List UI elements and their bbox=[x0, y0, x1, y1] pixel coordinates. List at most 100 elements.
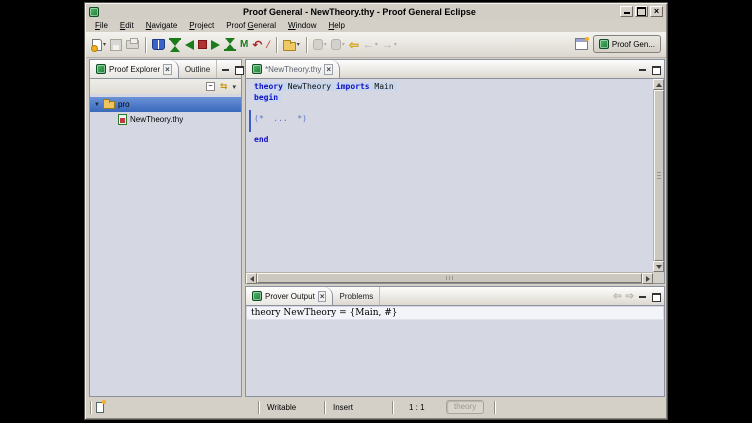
dropdown-caret-icon[interactable]: ▾ bbox=[103, 41, 106, 48]
scroll-up-icon[interactable] bbox=[653, 79, 664, 90]
menu-item-project[interactable]: Project bbox=[184, 20, 219, 31]
close-button[interactable] bbox=[650, 6, 663, 17]
proof-explorer-view: Proof Explorer Outline pro NewTheory.thy bbox=[89, 59, 242, 397]
code-line[interactable]: begin bbox=[254, 93, 653, 104]
new-wizard-icon[interactable]: ▾ bbox=[90, 35, 108, 55]
prover-output-icon bbox=[252, 291, 262, 301]
code-line[interactable] bbox=[254, 124, 653, 135]
code-line[interactable]: theory NewTheory imports Main bbox=[254, 82, 653, 93]
stop-icon[interactable] bbox=[196, 35, 209, 55]
tab-problems[interactable]: Problems bbox=[333, 287, 380, 305]
process-all-icon[interactable] bbox=[238, 35, 250, 55]
theory-editor-icon bbox=[252, 64, 262, 74]
debug-icon[interactable]: ▾ bbox=[329, 35, 347, 55]
interrupt-icon[interactable] bbox=[264, 35, 271, 55]
dropdown-caret-icon[interactable]: ▾ bbox=[297, 41, 300, 48]
restart-icon[interactable] bbox=[250, 35, 264, 55]
menu-item-help[interactable]: Help bbox=[323, 20, 349, 31]
minimize-button[interactable] bbox=[620, 6, 633, 17]
next-step-icon[interactable] bbox=[209, 35, 222, 55]
dropdown-caret-icon[interactable]: ▾ bbox=[375, 41, 378, 48]
print-icon[interactable] bbox=[124, 35, 141, 55]
menu-item-window[interactable]: Window bbox=[283, 20, 321, 31]
maximize-button[interactable] bbox=[635, 6, 648, 17]
open-folder-icon[interactable]: ▾ bbox=[281, 35, 302, 55]
dropdown-caret-icon[interactable]: ▾ bbox=[324, 41, 327, 48]
tab-label: Prover Output bbox=[265, 292, 315, 301]
link-with-editor-icon[interactable] bbox=[220, 82, 228, 92]
proof-general-perspective-icon bbox=[599, 39, 609, 49]
undo-step-icon[interactable] bbox=[183, 35, 196, 55]
menu-item-edit[interactable]: Edit bbox=[115, 20, 139, 31]
prover-book-icon[interactable] bbox=[150, 35, 167, 55]
menu-item-navigate[interactable]: Navigate bbox=[141, 20, 183, 31]
tab-prover-output[interactable]: Prover Output bbox=[246, 287, 333, 305]
vertical-scrollbar[interactable] bbox=[653, 79, 664, 272]
tab-close-icon[interactable] bbox=[163, 65, 172, 74]
tab-label: *NewTheory.thy bbox=[265, 65, 321, 74]
window-title: Proof General - NewTheory.thy - Proof Ge… bbox=[99, 7, 620, 17]
caret-position-status: 1 : 1 bbox=[409, 403, 425, 412]
view-minimize-icon[interactable] bbox=[638, 65, 647, 74]
explorer-toolbar bbox=[90, 79, 241, 94]
back-disabled-icon[interactable]: ⇦ bbox=[613, 291, 621, 302]
run-icon[interactable]: ▾ bbox=[311, 35, 329, 55]
range-indicator bbox=[249, 110, 251, 132]
menu-item-proof-general[interactable]: Proof General bbox=[221, 20, 281, 31]
open-perspective-icon[interactable] bbox=[575, 38, 588, 50]
code-area[interactable]: theory NewTheory imports Mainbegin (* ..… bbox=[246, 79, 653, 272]
writable-status: Writable bbox=[267, 403, 296, 412]
vertical-scroll-thumb[interactable] bbox=[654, 90, 664, 261]
save-icon[interactable] bbox=[108, 35, 124, 55]
menu-item-file[interactable]: File bbox=[90, 20, 113, 31]
dropdown-caret-icon[interactable]: ▾ bbox=[342, 41, 345, 48]
code-line[interactable]: (* ... *) bbox=[254, 114, 653, 125]
view-maximize-icon[interactable] bbox=[651, 292, 660, 301]
collapse-all-icon[interactable] bbox=[206, 82, 215, 91]
perspective-label: Proof Gen... bbox=[612, 40, 655, 49]
explorer-tabstrip: Proof Explorer Outline bbox=[90, 60, 241, 79]
theory-state-button[interactable]: theory bbox=[446, 400, 484, 414]
editor-view: *NewTheory.thy theory NewTheory imports … bbox=[245, 59, 665, 284]
tree-item-pro[interactable]: pro bbox=[90, 97, 241, 112]
dropdown-caret-icon[interactable]: ▾ bbox=[394, 41, 397, 48]
horizontal-scroll-thumb[interactable] bbox=[257, 273, 642, 283]
scrollbar-corner bbox=[653, 272, 664, 283]
code-line[interactable]: end bbox=[254, 135, 653, 146]
toolbar-separator bbox=[276, 37, 277, 53]
project-tree: pro NewTheory.thy bbox=[90, 94, 241, 396]
view-menu-icon[interactable] bbox=[232, 83, 236, 91]
goto-icon[interactable] bbox=[222, 35, 238, 55]
retract-all-icon[interactable] bbox=[167, 35, 183, 55]
open-folder-icon bbox=[103, 101, 115, 109]
tab-close-icon[interactable] bbox=[318, 292, 327, 301]
fast-view-icon[interactable] bbox=[96, 402, 104, 413]
code-line[interactable] bbox=[254, 103, 653, 114]
tree-item-label: pro bbox=[118, 100, 130, 109]
tab-outline[interactable]: Outline bbox=[179, 60, 217, 78]
tab-newtheory-thy[interactable]: *NewTheory.thy bbox=[246, 60, 340, 78]
scroll-left-icon[interactable] bbox=[246, 273, 257, 284]
output-line: theory NewTheory = {Main, #} bbox=[247, 307, 663, 320]
scroll-right-icon[interactable] bbox=[642, 273, 653, 284]
horizontal-scrollbar[interactable] bbox=[246, 272, 653, 283]
forward-icon[interactable]: ▾ bbox=[380, 35, 399, 55]
insert-mode-status: Insert bbox=[333, 403, 353, 412]
tab-proof-explorer[interactable]: Proof Explorer bbox=[90, 60, 179, 78]
forward-disabled-icon[interactable]: ⇨ bbox=[626, 291, 634, 302]
menubar: FileEditNavigateProjectProof GeneralWind… bbox=[86, 19, 666, 32]
tree-item-newtheory-thy[interactable]: NewTheory.thy bbox=[90, 112, 241, 127]
last-edit-location-icon[interactable] bbox=[347, 35, 361, 55]
perspective-button[interactable]: Proof Gen... bbox=[593, 35, 661, 53]
view-minimize-icon[interactable] bbox=[221, 65, 230, 74]
view-minimize-icon[interactable] bbox=[638, 292, 647, 301]
view-maximize-icon[interactable] bbox=[651, 65, 660, 74]
scroll-down-icon[interactable] bbox=[653, 261, 664, 272]
view-maximize-icon[interactable] bbox=[234, 65, 243, 74]
expander-icon[interactable] bbox=[94, 102, 100, 108]
app-icon bbox=[89, 7, 99, 17]
tab-label: Problems bbox=[339, 292, 373, 301]
tab-label: Proof Explorer bbox=[109, 65, 160, 74]
back-icon[interactable]: ▾ bbox=[361, 35, 380, 55]
tab-close-icon[interactable] bbox=[324, 65, 333, 74]
